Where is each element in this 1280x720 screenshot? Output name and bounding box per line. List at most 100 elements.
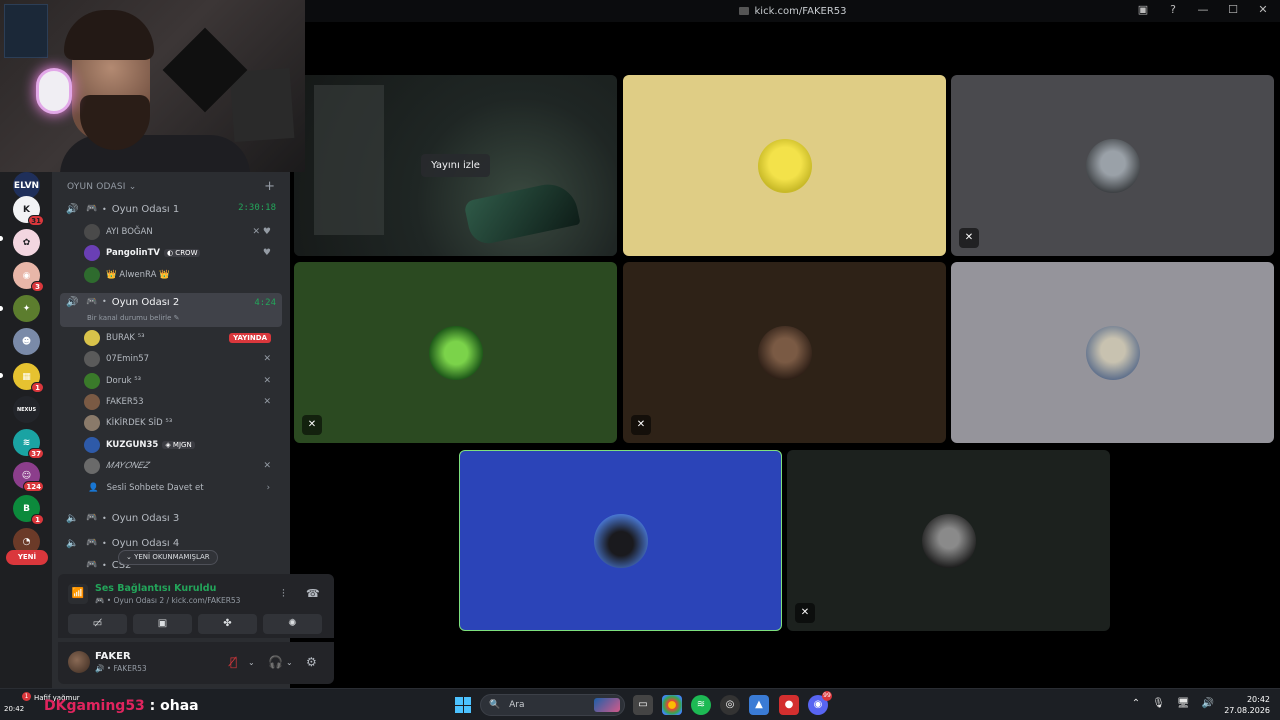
- speaker-icon: 🔊: [66, 203, 79, 215]
- server-label: NEXUS: [16, 406, 37, 413]
- help-icon[interactable]: ?: [1166, 3, 1180, 16]
- voice-user[interactable]: 07Emin57 ✕: [84, 350, 279, 368]
- screen-share-icon[interactable]: ▣: [1136, 3, 1150, 16]
- server-icon[interactable]: ▦ 1: [13, 363, 44, 393]
- separator-dot: •: [102, 204, 107, 214]
- gear-icon[interactable]: ⚙: [306, 655, 317, 669]
- voice-user[interactable]: PangolinTV ◐ CROW ♥: [84, 244, 279, 262]
- channel-name: Oyun Odası 4: [111, 537, 180, 549]
- taskbar-search[interactable]: 🔍 Ara: [480, 694, 625, 716]
- server-label: ≋: [22, 437, 31, 448]
- avatar: [84, 373, 100, 389]
- steam-icon[interactable]: ◎: [720, 695, 740, 715]
- webcam-person-hair: [64, 10, 154, 60]
- camera-off-button[interactable]: ▭̸: [68, 614, 127, 634]
- activities-button[interactable]: ✤: [198, 614, 257, 634]
- server-icon[interactable]: B1: [13, 495, 44, 525]
- video-tile-speaking[interactable]: [459, 450, 782, 631]
- server-icon[interactable]: ✿: [13, 229, 40, 256]
- voice-user[interactable]: 𝑀𝐴𝑌𝑂𝑁𝐸𝑍 ✕: [84, 457, 279, 475]
- headphones-icon[interactable]: 🎧: [268, 655, 283, 669]
- user-name: KİKİRDEK SİD ⁵³: [106, 418, 173, 428]
- watch-stream-button[interactable]: Yayını izle: [421, 154, 490, 177]
- media-app-icon[interactable]: ●: [779, 695, 799, 715]
- add-channel-icon[interactable]: +: [264, 179, 275, 194]
- chevron-down-icon[interactable]: ⌄: [248, 658, 255, 667]
- avatar[interactable]: [68, 651, 90, 673]
- video-tile-user[interactable]: ✕: [294, 262, 617, 443]
- invite-to-voice[interactable]: 👤 Sesli Sohbete Davet et ›: [88, 479, 278, 497]
- clock-date: 27.08.2026: [1224, 706, 1270, 715]
- voice-user[interactable]: BURAK ⁵³ YAYINDA: [84, 329, 279, 347]
- mic-muted-icon[interactable]: 🎙̸: [230, 655, 237, 669]
- spotify-icon[interactable]: ≋: [691, 695, 711, 715]
- new-unread-button[interactable]: YENİ: [6, 550, 48, 565]
- task-view-icon[interactable]: ▭: [633, 695, 653, 715]
- voice-user[interactable]: KİKİRDEK SİD ⁵³: [84, 414, 279, 432]
- voice-status-subtitle[interactable]: 🎮 • Oyun Odası 2 / kick.com/FAKER53: [95, 596, 240, 605]
- server-icon[interactable]: NEXUS: [13, 396, 40, 423]
- gamepad-icon: 🎮: [86, 297, 98, 307]
- screen-share-button[interactable]: ▣: [133, 614, 192, 634]
- server-icon[interactable]: ◉ 3: [13, 262, 44, 292]
- server-icon[interactable]: ☺ 124: [13, 462, 44, 492]
- server-icon[interactable]: ☻: [13, 328, 40, 355]
- microphone-icon[interactable]: 🎙: [1152, 698, 1165, 709]
- server-icon[interactable]: K 31: [13, 196, 44, 226]
- chevron-up-icon[interactable]: ⌃: [1132, 698, 1140, 709]
- user-name: KUZGUN35: [106, 440, 159, 450]
- screen: kick.com/FAKER53 ▣ ? — ☐ ✕ ELVN K 31 ✿ ◉ 3…: [0, 0, 1280, 720]
- chevron-down-icon[interactable]: ⌄: [286, 658, 293, 667]
- avatar: [84, 415, 100, 431]
- server-icon[interactable]: ELVN: [13, 172, 40, 199]
- disconnect-icon[interactable]: ☎: [306, 587, 320, 600]
- video-tile-user[interactable]: ✕: [787, 450, 1110, 631]
- video-tile-stream[interactable]: Yayını izle: [294, 75, 617, 256]
- server-icon[interactable]: ≋ 37: [13, 429, 44, 459]
- muted-mic-icon: ✕: [263, 397, 271, 407]
- weather-temp: 20:42: [4, 705, 25, 713]
- maximize-button[interactable]: ☐: [1226, 3, 1240, 16]
- system-tray: ⌃ 🎙 🖥 🔊: [1132, 698, 1214, 709]
- volume-icon[interactable]: 🔊: [1202, 698, 1214, 709]
- avatar: [757, 325, 812, 380]
- user-name: 👑 AlwenRA 👑: [106, 270, 170, 280]
- video-tile-user[interactable]: ✕: [623, 262, 946, 443]
- voice-user[interactable]: KUZGUN35 ◈ MJGN: [84, 436, 279, 454]
- server-icon[interactable]: ✦: [13, 295, 40, 322]
- search-icon: 🔍: [489, 700, 501, 710]
- windows-start-icon[interactable]: [455, 697, 471, 713]
- voice-connection-panel: 📶 Ses Bağlantısı Kuruldu 🎮 • Oyun Odası …: [58, 574, 334, 638]
- channel-status[interactable]: Bir kanal durumu belirle ✎: [87, 314, 180, 322]
- network-icon[interactable]: 🖥: [1177, 698, 1190, 709]
- voice-user[interactable]: 👑 AlwenRA 👑: [84, 266, 279, 284]
- minimize-button[interactable]: —: [1196, 3, 1210, 16]
- soundboard-button[interactable]: ✺: [263, 614, 322, 634]
- live-badge[interactable]: YAYINDA: [229, 333, 271, 343]
- chrome-icon[interactable]: [662, 695, 682, 715]
- video-tile-user[interactable]: ✕: [951, 75, 1274, 256]
- photos-icon[interactable]: ▲: [749, 695, 769, 715]
- discord-icon[interactable]: ◉ 99: [808, 691, 832, 715]
- user-clan-tag: ◈ MJGN: [162, 441, 195, 449]
- close-button[interactable]: ✕: [1256, 3, 1270, 16]
- voice-status-title[interactable]: Ses Bağlantısı Kuruldu: [95, 583, 216, 594]
- voice-user[interactable]: FAKER53 ✕: [84, 393, 279, 411]
- signal-icon[interactable]: 📶: [68, 584, 88, 604]
- video-tile-user[interactable]: [951, 262, 1274, 443]
- channel-timer: 4:24: [254, 298, 276, 308]
- voice-channel-3[interactable]: 🔈 🎮 • Oyun Odası 3: [60, 507, 282, 529]
- category-header[interactable]: OYUN ODASI ⌄: [67, 182, 136, 192]
- voice-channel-2[interactable]: 🔊 🎮 • Oyun Odası 2 4:24 Bir kanal durumu…: [60, 293, 282, 327]
- new-unreads-button[interactable]: ⌄ YENİ OKUNMAMIŞLAR: [118, 550, 218, 565]
- channel-sidebar: OYUN ODASI ⌄ + 🔊 🎮 • Oyun Odası 1 2:30:1…: [52, 172, 334, 688]
- video-tile-user[interactable]: [623, 75, 946, 256]
- voice-user[interactable]: Doruk ⁵³ ✕: [84, 372, 279, 390]
- voice-user[interactable]: AYI BOĞAN ✕ ♥: [84, 223, 279, 241]
- server-label: K: [23, 204, 30, 215]
- voice-channel-1[interactable]: 🔊 🎮 • Oyun Odası 1 2:30:18: [60, 198, 282, 220]
- window-url-text: kick.com/FAKER53: [754, 5, 847, 17]
- user-panel-name[interactable]: FAKER: [95, 651, 131, 662]
- noise-suppression-icon[interactable]: ⫶: [282, 587, 285, 601]
- taskbar-clock[interactable]: 20:42 27.08.2026: [1224, 694, 1270, 716]
